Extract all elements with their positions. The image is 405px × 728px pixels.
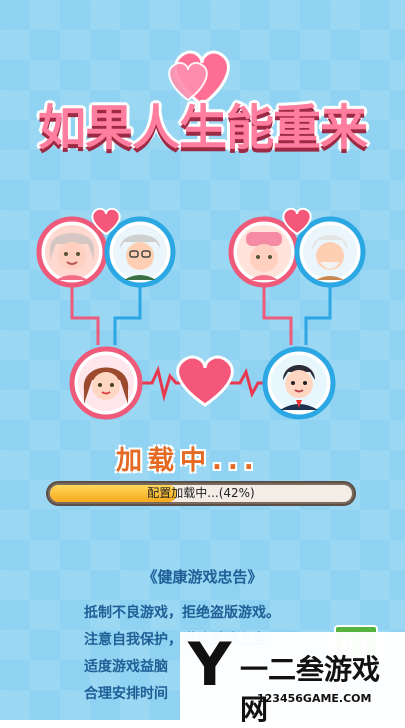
family-tree [36, 207, 366, 420]
watermark-url: 123456GAME.COM [257, 692, 372, 705]
health-notice-line: 合理安排时间 [84, 686, 168, 702]
grandma-right-avatar [228, 216, 300, 288]
health-notice-title: 《健康游戏忠告》 [142, 568, 263, 586]
health-notice-line: 抵制不良游戏，拒绝盗版游戏。 [84, 605, 280, 621]
mother-avatar [69, 346, 143, 420]
game-title: 如果人生能重来 [37, 100, 368, 156]
progress-bar: 配置加载中...(42%) [46, 481, 356, 506]
grandpa-left-avatar [104, 216, 176, 288]
center-heart-icon [176, 355, 234, 407]
grandma-left-avatar [36, 216, 108, 288]
health-notice-line: 适度游戏益脑 [84, 659, 168, 675]
father-avatar [262, 346, 336, 420]
loading-label: 加载中... [116, 446, 260, 476]
progress-text: 配置加载中...(42%) [147, 486, 255, 500]
watermark-logo-letter: Y [188, 630, 232, 700]
grandpa-right-avatar [294, 216, 366, 288]
watermark-brand: 一二叁游戏网 [240, 653, 381, 726]
